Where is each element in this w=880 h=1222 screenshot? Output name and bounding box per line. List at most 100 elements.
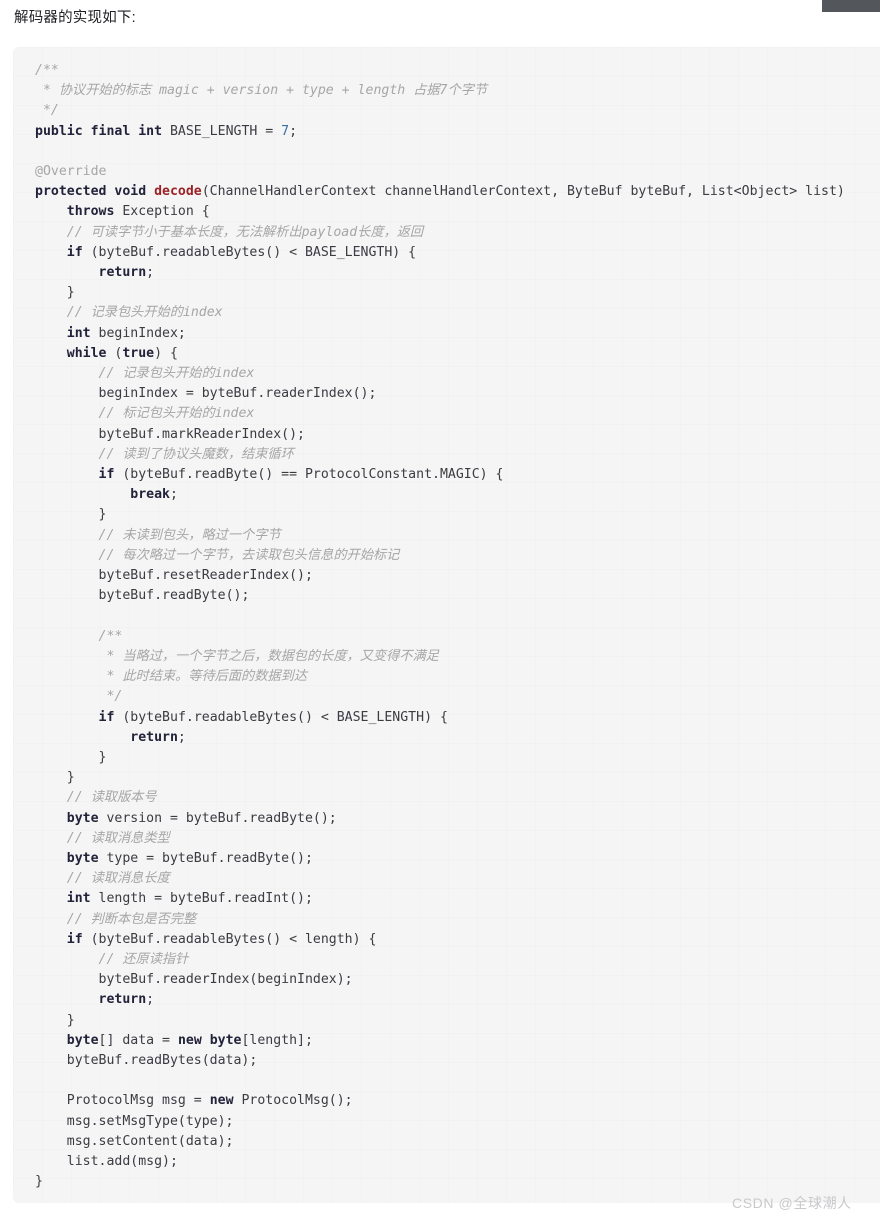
code-token-pln: }	[35, 1174, 43, 1190]
page-title: 解码器的实现如下:	[14, 10, 136, 26]
code-token-kw: public final int	[35, 123, 163, 139]
code-token-pln: msg.setMsgType(type);	[66, 1113, 234, 1129]
code-token-kw: return	[130, 729, 178, 745]
csdn-watermark: CSDN @全球潮人	[732, 1195, 852, 1211]
code-token-kw: byte	[66, 850, 99, 866]
code-token-kw: while	[66, 345, 107, 361]
code-token-kw: new	[209, 1093, 234, 1109]
code-token-kw: break	[130, 487, 170, 503]
code-token-cmt: /**	[35, 63, 59, 78]
code-token-pln: (ChannelHandlerContext channelHandlerCon…	[201, 184, 845, 200]
code-token-pln: ) {	[154, 345, 178, 361]
code-token-cmt: // 标记包头开始的index	[98, 406, 255, 422]
code-token-cmt: /**	[98, 628, 123, 644]
code-token-cmt: // 可读字节小于基本长度，无法解析出payload长度，返回	[66, 224, 424, 240]
code-token-cmt: // 读取消息长度	[66, 871, 170, 887]
code-token-pln: ;	[146, 265, 155, 281]
code-token-kw: protected void	[35, 184, 155, 200]
top-right-bar-artifact	[822, 0, 880, 12]
code-token-pln: ;	[169, 487, 178, 503]
code-token-kw: if	[98, 709, 115, 725]
code-token-pln: }	[98, 749, 107, 765]
code-token-pln: byteBuf.readBytes(data);	[66, 1052, 258, 1068]
code-token-cmt: // 读到了协议头魔数，结束循环	[98, 446, 294, 462]
code-token-cmt: // 读取消息类型	[66, 830, 170, 846]
code-token-cmt: * 此时结束。等待后面的数据到达	[98, 669, 307, 685]
code-token-cmt: * 当略过，一个字节之后，数据包的长度，又变得不满足	[98, 648, 439, 664]
code-scroll-area[interactable]: /** * 协议开始的标志 magic + version + type + l…	[13, 61, 880, 1189]
code-token-pln: }	[66, 1012, 75, 1028]
code-token-pln: ;	[146, 992, 155, 1008]
code-token-kw: throws	[66, 204, 115, 220]
code-token-kw: int	[66, 891, 91, 907]
code-token-pln: (byteBuf.readByte() == ProtocolConstant.…	[114, 467, 504, 483]
code-token-pln: (byteBuf.readableBytes() < BASE_LENGTH) …	[114, 709, 448, 725]
code-content: /** * 协议开始的标志 magic + version + type + l…	[13, 61, 880, 1192]
code-token-pln: byteBuf.resetReaderIndex();	[98, 568, 313, 584]
code-token-pln: byteBuf.readByte();	[98, 588, 250, 604]
code-token-pln: }	[98, 507, 107, 523]
code-token-kw: new byte	[177, 1032, 242, 1048]
code-token-kw: true	[122, 345, 155, 361]
code-token-pln: (byteBuf.readableBytes() < BASE_LENGTH) …	[82, 244, 417, 260]
code-token-pln: list.add(msg);	[66, 1153, 178, 1169]
code-token-kw: return	[98, 992, 147, 1008]
code-token-kw: byte	[66, 810, 99, 826]
code-token-kw: int	[66, 325, 91, 341]
code-token-kw: byte	[66, 1032, 99, 1048]
code-token-pln: length = byteBuf.readInt();	[90, 891, 313, 907]
code-token-pln: (	[106, 345, 123, 361]
code-token-kw: return	[98, 265, 147, 281]
code-token-pln: [length];	[241, 1032, 313, 1048]
code-token-pln: ;	[177, 729, 186, 745]
code-token-pln: Exception {	[114, 204, 210, 220]
code-token-cmt: // 读取版本号	[66, 790, 157, 806]
code-token-cmt: // 记录包头开始的index	[66, 305, 223, 321]
code-token-num: 7	[281, 123, 290, 139]
code-token-pln: ProtocolMsg();	[233, 1093, 353, 1109]
code-token-pln: BASE_LENGTH =	[162, 123, 282, 139]
code-token-ann: @Override	[35, 164, 107, 180]
code-token-pln: [] data =	[98, 1032, 178, 1048]
code-token-kw: if	[98, 467, 115, 483]
code-token-pln: version = byteBuf.readByte();	[98, 810, 337, 826]
code-block: /** * 协议开始的标志 magic + version + type + l…	[13, 47, 880, 1203]
code-token-cmt: // 每次略过一个字节，去读取包头信息的开始标记	[98, 547, 400, 563]
code-token-cmt: */	[98, 689, 123, 705]
code-token-pln: }	[66, 285, 75, 301]
code-token-cmt: // 记录包头开始的index	[98, 366, 255, 382]
